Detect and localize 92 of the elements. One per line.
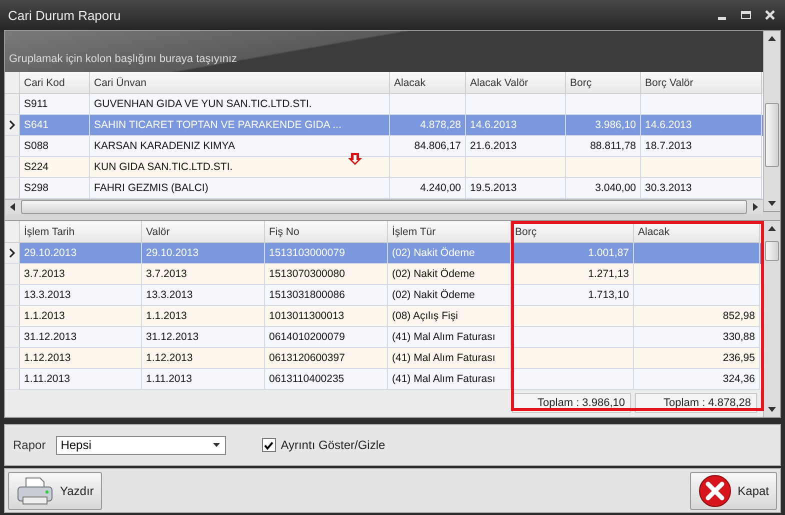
table-cell: (41) Mal Alım Faturası (392, 352, 496, 364)
table-cell: 1.271,13 (588, 268, 629, 280)
table-cell: 1.001,87 (588, 247, 629, 259)
table-cell: 324,36 (722, 373, 755, 385)
table-cell: KUN GIDA SAN.TIC.LTD.STI. (94, 161, 233, 173)
table-row[interactable]: S088 KARSAN KARADENIZ KIMYA 84.806,17 21.6.2013 88.811,78 18.7.2013 (5, 136, 763, 157)
table-cell: 13.3.2013 (146, 289, 193, 301)
table-row[interactable]: S298 FAHRI GEZMIS (BALCI) 4.240,00 19.5.2013 3.040,00 30.3.2013 (5, 178, 763, 199)
table-cell: S641 (24, 119, 49, 131)
table-cell: 1.11.2013 (146, 373, 192, 385)
table-row[interactable]: 1.12.2013 1.12.2013 0613120600397 (41) Mal Alım Faturası 236,95 (5, 348, 763, 369)
down-arrow-icon (347, 152, 363, 166)
table-cell: 0613120600397 (269, 352, 345, 364)
table-cell: 1.12.2013 (24, 352, 71, 364)
table-cell: 14.6.2013 (645, 119, 692, 131)
table-cell: (02) Nakit Ödeme (392, 289, 475, 301)
table-cell: FAHRI GEZMIS (BALCI) (94, 182, 208, 194)
table-cell: KARSAN KARADENIZ KIMYA (94, 140, 236, 152)
table-cell: S911 (24, 98, 48, 110)
table-cell: 1.11.2013 (24, 373, 70, 385)
table-cell: S088 (24, 140, 49, 152)
table-cell: 88.811,78 (590, 140, 636, 152)
row-indicator[interactable] (5, 115, 20, 136)
table-row[interactable]: S224 KUN GIDA SAN.TIC.LTD.STI. (5, 157, 763, 178)
printer-icon (16, 476, 54, 506)
vertical-scrollbar[interactable] (763, 221, 780, 417)
close-icon[interactable] (763, 8, 777, 22)
group-hint: Gruplamak için kolon başlığını buraya taşıyınız (9, 53, 238, 65)
row-indicator[interactable] (5, 243, 20, 264)
table-cell: 3.7.2013 (146, 268, 187, 280)
table-cell: 29.10.2013 (146, 247, 199, 259)
chevron-icon (8, 248, 16, 258)
table-row[interactable]: S911 GUVENHAN GIDA VE YUN SAN.TIC.LTD.STI. (5, 94, 763, 115)
table-cell: GUVENHAN GIDA VE YUN SAN.TIC.LTD.STI. (94, 98, 312, 110)
table-cell: 29.10.2013 (24, 247, 77, 259)
table-cell: 0614010200079 (269, 331, 345, 343)
table-cell: 3.7.2013 (24, 268, 65, 280)
table-cell: 14.6.2013 (470, 119, 517, 131)
table-cell: S224 (24, 161, 49, 173)
table-cell: (41) Mal Alım Faturası (392, 331, 496, 343)
table-cell: 4.878,28 (420, 119, 461, 131)
dropdown-caret-icon (212, 442, 221, 448)
table-cell: 1.12.2013 (146, 352, 193, 364)
table-cell: 1013011300013 (269, 310, 344, 322)
table-cell: (02) Nakit Ödeme (392, 247, 475, 259)
scroll-up-icon[interactable] (767, 224, 777, 234)
table-cell: 330,88 (722, 331, 755, 343)
table-cell: SAHIN TICARET TOPTAN VE PARAKENDE GIDA ... (94, 119, 342, 131)
table-row[interactable]: 3.7.2013 3.7.2013 1513070300080 (02) Nakit Ödeme 1.271,13 (5, 264, 763, 285)
table-cell: 84.806,17 (414, 140, 461, 152)
scroll-thumb[interactable] (765, 103, 779, 167)
detail-checkbox[interactable]: Ayrıntı Göster/Gizle (262, 438, 386, 452)
scroll-down-icon[interactable] (767, 404, 777, 414)
table-row[interactable]: 1.1.2013 1.1.2013 1013011300013 (08) Açılış Fişi 852,98 (5, 306, 763, 327)
report-label: Rapor (13, 438, 46, 452)
table-cell: 1513070300080 (269, 268, 345, 280)
table-cell: 30.3.2013 (645, 182, 692, 194)
table-cell: 31.12.2013 (146, 331, 199, 343)
table-row[interactable]: 31.12.2013 31.12.2013 0614010200079 (41) Mal Alım Faturası 330,88 (5, 327, 763, 348)
checkmark-icon (263, 440, 274, 450)
table-cell: 18.7.2013 (645, 140, 692, 152)
table-cell: 1.1.2013 (24, 310, 65, 322)
table-cell: 0613110400235 (269, 373, 344, 385)
table-cell: (08) Açılış Fişi (392, 310, 458, 322)
table-cell: 1513103000079 (269, 247, 345, 259)
table-cell: (02) Nakit Ödeme (392, 268, 475, 280)
table-cell: 21.6.2013 (470, 140, 517, 152)
chevron-icon (8, 120, 16, 130)
table-cell: 4.240,00 (420, 182, 461, 194)
scroll-thumb[interactable] (765, 241, 779, 261)
table-row[interactable]: 1.11.2013 1.11.2013 0613110400235 (41) Mal Alım Faturası 324,36 (5, 369, 763, 390)
table-cell: 3.040,00 (595, 182, 636, 194)
table-cell: 13.3.2013 (24, 289, 71, 301)
table-cell: 236,95 (722, 352, 755, 364)
table-row[interactable]: 13.3.2013 13.3.2013 1513031800086 (02) Nakit Ödeme 1.713,10 (5, 285, 763, 306)
table-cell: 3.986,10 (595, 119, 636, 131)
table-cell: 1.1.2013 (146, 310, 187, 322)
vertical-scrollbar[interactable] (763, 31, 780, 211)
table-cell: 1.713,10 (588, 289, 629, 301)
scroll-up-icon[interactable] (767, 34, 777, 44)
table-cell: S298 (24, 182, 49, 194)
table-cell: 1513031800086 (269, 289, 345, 301)
close-icon (698, 474, 732, 508)
table-cell: (41) Mal Alım Faturası (392, 373, 496, 385)
table-cell: 852,98 (722, 310, 755, 322)
print-button[interactable]: Yazdır (8, 472, 102, 510)
table-cell: 31.12.2013 (24, 331, 77, 343)
window-title: Cari Durum Raporu (8, 8, 121, 22)
table-cell: 19.5.2013 (470, 182, 517, 194)
report-dropdown[interactable]: Hepsi (56, 436, 226, 454)
close-button[interactable]: Kapat (690, 472, 777, 510)
scroll-down-icon[interactable] (767, 198, 777, 208)
